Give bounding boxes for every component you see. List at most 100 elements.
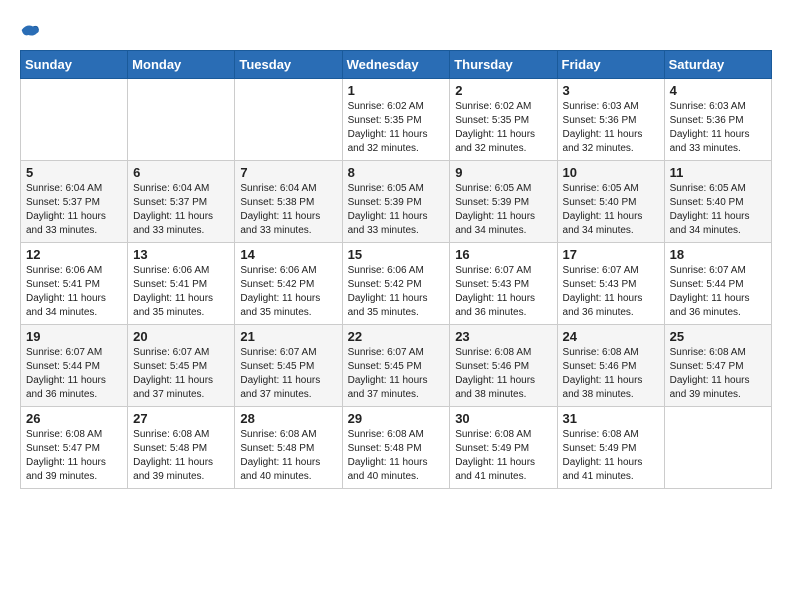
day-of-week-header: Thursday — [450, 51, 557, 79]
day-number: 15 — [348, 247, 445, 262]
day-info: Sunrise: 6:02 AMSunset: 5:35 PMDaylight:… — [348, 100, 445, 156]
day-info: Sunrise: 6:06 AMSunset: 5:42 PMDaylight:… — [240, 264, 336, 320]
calendar-cell: 23Sunrise: 6:08 AMSunset: 5:46 PMDayligh… — [450, 325, 557, 407]
calendar-cell: 6 Sunrise: 6:04 AMSunset: 5:37 PMDaylight… — [128, 161, 235, 243]
day-number: 4 — [670, 83, 766, 98]
day-number: 20 — [133, 329, 229, 344]
day-info: Sunrise: 6:08 AMSunset: 5:48 PMDaylight:… — [348, 428, 445, 484]
calendar-cell: 12 Sunrise: 6:06 AMSunset: 5:41 PMDayligh… — [21, 243, 128, 325]
calendar-cell: 17 Sunrise: 6:07 AMSunset: 5:43 PMDayligh… — [557, 243, 664, 325]
day-number: 21 — [240, 329, 336, 344]
day-number: 3 — [563, 83, 659, 98]
day-of-week-header: Monday — [128, 51, 235, 79]
day-number: 17 — [563, 247, 659, 262]
day-of-week-header: Wednesday — [342, 51, 450, 79]
calendar-cell: 19 Sunrise: 6:07 AMSunset: 5:44 PMDayligh… — [21, 325, 128, 407]
day-number: 11 — [670, 165, 766, 180]
day-info: Sunrise: 6:04 AMSunset: 5:37 PMDaylight:… — [133, 182, 229, 238]
day-number: 16 — [455, 247, 551, 262]
day-number: 30 — [455, 411, 551, 426]
calendar-cell: 25 Sunrise: 6:08 AMSunset: 5:47 PMDayligh… — [664, 325, 771, 407]
calendar-cell: 28 Sunrise: 6:08 AMSunset: 5:48 PMDayligh… — [235, 407, 342, 489]
day-info: Sunrise: 6:07 AMSunset: 5:45 PMDaylight:… — [133, 346, 229, 402]
day-number: 27 — [133, 411, 229, 426]
calendar-cell: 4 Sunrise: 6:03 AMSunset: 5:36 PMDaylight… — [664, 79, 771, 161]
calendar-cell — [21, 79, 128, 161]
calendar-cell: 15 Sunrise: 6:06 AMSunset: 5:42 PMDayligh… — [342, 243, 450, 325]
calendar-cell: 13Sunrise: 6:06 AMSunset: 5:41 PMDayligh… — [128, 243, 235, 325]
calendar-cell — [128, 79, 235, 161]
day-number: 29 — [348, 411, 445, 426]
calendar-cell: 3Sunrise: 6:03 AMSunset: 5:36 PMDaylight… — [557, 79, 664, 161]
day-number: 8 — [348, 165, 445, 180]
day-info: Sunrise: 6:08 AMSunset: 5:46 PMDaylight:… — [455, 346, 551, 402]
calendar-cell: 29 Sunrise: 6:08 AMSunset: 5:48 PMDayligh… — [342, 407, 450, 489]
day-info: Sunrise: 6:05 AMSunset: 5:39 PMDaylight:… — [455, 182, 551, 238]
calendar-cell: 14 Sunrise: 6:06 AMSunset: 5:42 PMDayligh… — [235, 243, 342, 325]
day-info: Sunrise: 6:06 AMSunset: 5:41 PMDaylight:… — [133, 264, 229, 320]
day-number: 12 — [26, 247, 122, 262]
day-info: Sunrise: 6:06 AMSunset: 5:42 PMDaylight:… — [348, 264, 445, 320]
calendar-cell: 5 Sunrise: 6:04 AMSunset: 5:37 PMDaylight… — [21, 161, 128, 243]
calendar-cell: 26Sunrise: 6:08 AMSunset: 5:47 PMDayligh… — [21, 407, 128, 489]
day-info: Sunrise: 6:07 AMSunset: 5:44 PMDaylight:… — [670, 264, 766, 320]
day-info: Sunrise: 6:07 AMSunset: 5:45 PMDaylight:… — [240, 346, 336, 402]
day-info: Sunrise: 6:03 AMSunset: 5:36 PMDaylight:… — [670, 100, 766, 156]
day-info: Sunrise: 6:02 AMSunset: 5:35 PMDaylight:… — [455, 100, 551, 156]
day-of-week-header: Friday — [557, 51, 664, 79]
day-number: 31 — [563, 411, 659, 426]
calendar: SundayMondayTuesdayWednesdayThursdayFrid… — [20, 50, 772, 489]
day-info: Sunrise: 6:08 AMSunset: 5:49 PMDaylight:… — [455, 428, 551, 484]
day-number: 24 — [563, 329, 659, 344]
calendar-cell: 9 Sunrise: 6:05 AMSunset: 5:39 PMDaylight… — [450, 161, 557, 243]
day-number: 9 — [455, 165, 551, 180]
day-number: 25 — [670, 329, 766, 344]
day-number: 7 — [240, 165, 336, 180]
day-info: Sunrise: 6:08 AMSunset: 5:48 PMDaylight:… — [133, 428, 229, 484]
calendar-cell: 24Sunrise: 6:08 AMSunset: 5:46 PMDayligh… — [557, 325, 664, 407]
logo — [20, 20, 44, 40]
calendar-week-row: 5 Sunrise: 6:04 AMSunset: 5:37 PMDaylight… — [21, 161, 772, 243]
calendar-week-row: 12 Sunrise: 6:06 AMSunset: 5:41 PMDayligh… — [21, 243, 772, 325]
calendar-cell: 2 Sunrise: 6:02 AMSunset: 5:35 PMDaylight… — [450, 79, 557, 161]
day-info: Sunrise: 6:04 AMSunset: 5:37 PMDaylight:… — [26, 182, 122, 238]
day-number: 10 — [563, 165, 659, 180]
calendar-cell: 16 Sunrise: 6:07 AMSunset: 5:43 PMDayligh… — [450, 243, 557, 325]
day-info: Sunrise: 6:07 AMSunset: 5:45 PMDaylight:… — [348, 346, 445, 402]
calendar-cell: 21 Sunrise: 6:07 AMSunset: 5:45 PMDayligh… — [235, 325, 342, 407]
day-info: Sunrise: 6:05 AMSunset: 5:39 PMDaylight:… — [348, 182, 445, 238]
calendar-cell — [235, 79, 342, 161]
day-number: 19 — [26, 329, 122, 344]
day-of-week-header: Saturday — [664, 51, 771, 79]
calendar-cell: 27 Sunrise: 6:08 AMSunset: 5:48 PMDayligh… — [128, 407, 235, 489]
day-info: Sunrise: 6:07 AMSunset: 5:44 PMDaylight:… — [26, 346, 122, 402]
day-number: 22 — [348, 329, 445, 344]
calendar-cell: 22 Sunrise: 6:07 AMSunset: 5:45 PMDayligh… — [342, 325, 450, 407]
day-info: Sunrise: 6:04 AMSunset: 5:38 PMDaylight:… — [240, 182, 336, 238]
day-of-week-header: Tuesday — [235, 51, 342, 79]
day-info: Sunrise: 6:05 AMSunset: 5:40 PMDaylight:… — [563, 182, 659, 238]
day-info: Sunrise: 6:05 AMSunset: 5:40 PMDaylight:… — [670, 182, 766, 238]
day-number: 28 — [240, 411, 336, 426]
day-number: 1 — [348, 83, 445, 98]
day-number: 5 — [26, 165, 122, 180]
day-number: 14 — [240, 247, 336, 262]
calendar-cell: 7 Sunrise: 6:04 AMSunset: 5:38 PMDaylight… — [235, 161, 342, 243]
day-number: 2 — [455, 83, 551, 98]
calendar-week-row: 19 Sunrise: 6:07 AMSunset: 5:44 PMDayligh… — [21, 325, 772, 407]
day-info: Sunrise: 6:08 AMSunset: 5:47 PMDaylight:… — [670, 346, 766, 402]
day-info: Sunrise: 6:06 AMSunset: 5:41 PMDaylight:… — [26, 264, 122, 320]
day-number: 6 — [133, 165, 229, 180]
calendar-cell: 18 Sunrise: 6:07 AMSunset: 5:44 PMDayligh… — [664, 243, 771, 325]
day-of-week-header: Sunday — [21, 51, 128, 79]
day-number: 18 — [670, 247, 766, 262]
day-info: Sunrise: 6:07 AMSunset: 5:43 PMDaylight:… — [455, 264, 551, 320]
day-info: Sunrise: 6:08 AMSunset: 5:49 PMDaylight:… — [563, 428, 659, 484]
calendar-cell — [664, 407, 771, 489]
day-info: Sunrise: 6:08 AMSunset: 5:47 PMDaylight:… — [26, 428, 122, 484]
calendar-cell: 8 Sunrise: 6:05 AMSunset: 5:39 PMDaylight… — [342, 161, 450, 243]
day-info: Sunrise: 6:07 AMSunset: 5:43 PMDaylight:… — [563, 264, 659, 320]
calendar-cell: 1 Sunrise: 6:02 AMSunset: 5:35 PMDaylight… — [342, 79, 450, 161]
day-info: Sunrise: 6:08 AMSunset: 5:48 PMDaylight:… — [240, 428, 336, 484]
calendar-cell: 10 Sunrise: 6:05 AMSunset: 5:40 PMDayligh… — [557, 161, 664, 243]
